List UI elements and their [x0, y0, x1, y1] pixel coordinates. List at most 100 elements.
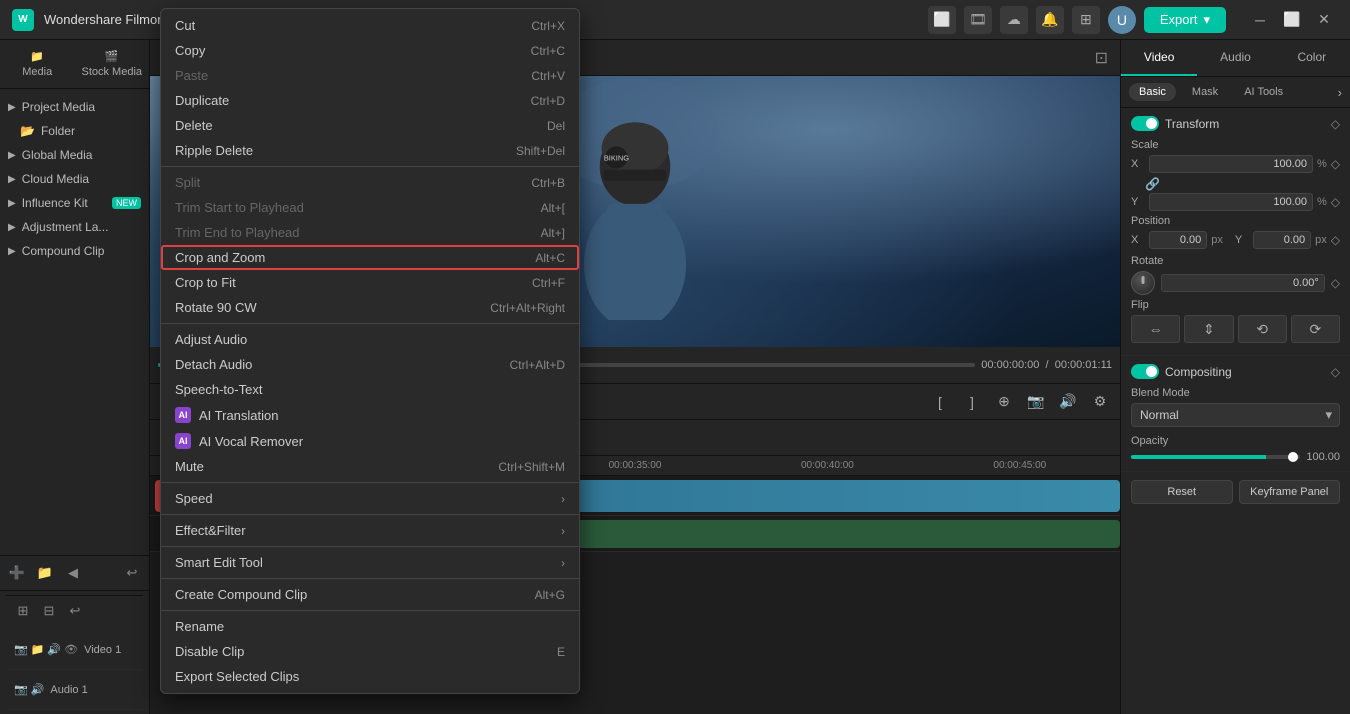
- user-avatar[interactable]: U: [1108, 6, 1136, 34]
- sidebar-item-folder[interactable]: 📂 Folder: [0, 119, 149, 143]
- ruler-mark-40: 00:00:40:00: [731, 460, 923, 471]
- window-controls: ─ ⬜ ✕: [1246, 6, 1338, 34]
- sidebar-item-project-media[interactable]: ▶ Project Media: [0, 95, 149, 119]
- monitor-icon[interactable]: ⬜: [928, 6, 956, 34]
- menu-item-detach-audio[interactable]: Detach Audio Ctrl+Alt+D: [161, 352, 579, 377]
- blend-mode-label: Blend Mode: [1131, 387, 1340, 399]
- menu-item-delete[interactable]: Delete Del: [161, 113, 579, 138]
- opacity-value: 100.00: [1306, 451, 1340, 463]
- menu-item-adjust-audio[interactable]: Adjust Audio: [161, 327, 579, 352]
- folder-add-icon[interactable]: 📁: [34, 562, 56, 584]
- menu-item-export-selected[interactable]: Export Selected Clips: [161, 664, 579, 689]
- sidebar-item-cloud-media[interactable]: ▶ Cloud Media: [0, 167, 149, 191]
- settings-icon[interactable]: ⚙: [1088, 390, 1112, 414]
- flip-h-icon[interactable]: ⟲: [1238, 315, 1287, 343]
- menu-item-crop-fit[interactable]: Crop to Fit Ctrl+F: [161, 270, 579, 295]
- flip-vertical-button[interactable]: ⇕: [1184, 315, 1233, 343]
- subtab-basic[interactable]: Basic: [1129, 83, 1176, 101]
- keyframe-panel-button[interactable]: Keyframe Panel: [1239, 480, 1341, 504]
- menu-item-speed[interactable]: Speed ›: [161, 486, 579, 511]
- subtab-ai-tools[interactable]: AI Tools: [1234, 83, 1293, 101]
- bell-icon[interactable]: 🔔: [1036, 6, 1064, 34]
- sidebar-item-influence-kit[interactable]: ▶ Influence Kit NEW: [0, 191, 149, 215]
- menu-item-speech-to-text[interactable]: Speech-to-Text: [161, 377, 579, 402]
- mark-in-icon[interactable]: [: [928, 390, 952, 414]
- pos-reset-icon[interactable]: ◇: [1331, 233, 1340, 247]
- transform-toggle[interactable]: [1131, 116, 1159, 131]
- menu-item-mute[interactable]: Mute Ctrl+Shift+M: [161, 454, 579, 479]
- transform-reset-icon[interactable]: ◇: [1331, 117, 1340, 131]
- rotate-knob[interactable]: [1131, 271, 1155, 295]
- audio-icon[interactable]: 🔊: [1056, 390, 1080, 414]
- insert-icon[interactable]: ⊕: [992, 390, 1016, 414]
- audio-icon-2: 🔊: [31, 683, 45, 696]
- menu-item-create-compound[interactable]: Create Compound Clip Alt+G: [161, 582, 579, 607]
- flip-v-icon[interactable]: ⟳: [1291, 315, 1340, 343]
- menu-item-rotate-cw[interactable]: Rotate 90 CW Ctrl+Alt+Right: [161, 295, 579, 320]
- sidebar-tab-media[interactable]: 📁 Media: [0, 40, 75, 88]
- add-track-icon[interactable]: ⊞: [12, 600, 34, 622]
- tab-video[interactable]: Video: [1121, 40, 1197, 76]
- rotate-input[interactable]: [1161, 274, 1325, 292]
- tab-audio[interactable]: Audio: [1197, 40, 1273, 76]
- film-icon[interactable]: 🎞: [964, 6, 992, 34]
- svg-text:BIKING: BIKING: [604, 153, 629, 162]
- flip-horizontal-button[interactable]: ⇔: [1131, 315, 1180, 343]
- flip-label: Flip: [1131, 299, 1340, 311]
- add-media-icon[interactable]: ➕: [6, 562, 28, 584]
- rotate-row: ◇: [1131, 271, 1340, 295]
- minimize-button[interactable]: ─: [1246, 6, 1274, 34]
- folder-track-icon: 📁: [31, 643, 45, 656]
- menu-item-ripple-delete[interactable]: Ripple Delete Shift+Del: [161, 138, 579, 163]
- tab-color[interactable]: Color: [1274, 40, 1350, 76]
- scale-y-reset-icon[interactable]: ◇: [1331, 195, 1340, 209]
- menu-item-effect-filter[interactable]: Effect&Filter ›: [161, 518, 579, 543]
- chevron-icon: ▶: [8, 198, 16, 209]
- audio-track-icon: 🔊: [47, 643, 61, 656]
- menu-item-copy[interactable]: Copy Ctrl+C: [161, 38, 579, 63]
- snapshot-icon[interactable]: 📷: [1024, 390, 1048, 414]
- mark-out-icon[interactable]: ]: [960, 390, 984, 414]
- undo-timeline-icon[interactable]: ↩: [64, 600, 86, 622]
- menu-item-trim-end[interactable]: Trim End to Playhead Alt+]: [161, 220, 579, 245]
- compositing-toggle[interactable]: [1131, 364, 1159, 379]
- menu-item-crop-zoom[interactable]: Crop and Zoom Alt+C: [161, 245, 579, 270]
- menu-item-rename[interactable]: Rename: [161, 614, 579, 639]
- grid-icon[interactable]: ⊞: [1072, 6, 1100, 34]
- menu-item-trim-start[interactable]: Trim Start to Playhead Alt+[: [161, 195, 579, 220]
- compositing-reset-icon[interactable]: ◇: [1331, 365, 1340, 379]
- sidebar-item-compound-clip[interactable]: ▶ Compound Clip: [0, 239, 149, 263]
- opacity-slider[interactable]: [1131, 455, 1300, 459]
- layer-icon[interactable]: ⊟: [38, 600, 60, 622]
- scale-x-row: X % ◇: [1131, 155, 1340, 173]
- eye-icon[interactable]: 👁: [64, 643, 78, 656]
- reset-button[interactable]: Reset: [1131, 480, 1233, 504]
- blend-mode-select[interactable]: Normal: [1131, 403, 1340, 427]
- menu-item-ai-vocal[interactable]: AI AI Vocal Remover: [161, 428, 579, 454]
- scale-x-reset-icon[interactable]: ◇: [1331, 157, 1340, 171]
- scale-x-input[interactable]: [1149, 155, 1313, 173]
- subtab-mask[interactable]: Mask: [1182, 83, 1228, 101]
- undo-icon[interactable]: ↩: [121, 562, 143, 584]
- menu-item-cut[interactable]: Cut Ctrl+X: [161, 13, 579, 38]
- collapse-icon[interactable]: ◀: [62, 562, 84, 584]
- sidebar-item-global-media[interactable]: ▶ Global Media: [0, 143, 149, 167]
- sidebar-item-adjustment[interactable]: ▶ Adjustment La...: [0, 215, 149, 239]
- menu-item-ai-translation[interactable]: AI AI Translation: [161, 402, 579, 428]
- fullscreen-icon[interactable]: ⊡: [1095, 48, 1108, 68]
- close-button[interactable]: ✕: [1310, 6, 1338, 34]
- cloud-icon[interactable]: ☁: [1000, 6, 1028, 34]
- rotate-reset-icon[interactable]: ◇: [1331, 276, 1340, 290]
- subtab-arrow-icon[interactable]: ›: [1338, 85, 1342, 100]
- maximize-button[interactable]: ⬜: [1278, 6, 1306, 34]
- menu-item-disable-clip[interactable]: Disable Clip E: [161, 639, 579, 664]
- menu-item-split[interactable]: Split Ctrl+B: [161, 170, 579, 195]
- export-button[interactable]: Export ▾: [1144, 7, 1226, 33]
- menu-item-duplicate[interactable]: Duplicate Ctrl+D: [161, 88, 579, 113]
- scale-y-input[interactable]: [1149, 193, 1313, 211]
- menu-item-smart-edit[interactable]: Smart Edit Tool ›: [161, 550, 579, 575]
- pos-x-input[interactable]: [1149, 231, 1207, 249]
- sidebar-tab-stock[interactable]: 🎬 Stock Media: [75, 40, 150, 88]
- menu-item-paste[interactable]: Paste Ctrl+V: [161, 63, 579, 88]
- pos-y-input[interactable]: [1253, 231, 1311, 249]
